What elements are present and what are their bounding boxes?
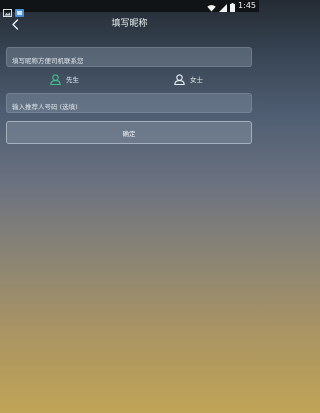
nickname-field-box	[6, 47, 252, 70]
male-user-icon	[50, 70, 61, 89]
gender-female-option[interactable]: 女士	[174, 70, 203, 88]
gender-male-option[interactable]: 先生	[50, 70, 79, 88]
back-button[interactable]	[6, 15, 24, 33]
status-bar: 1:45	[0, 0, 259, 17]
gender-selector: 先生 女士	[0, 70, 259, 88]
gender-female-label: 女士	[190, 76, 203, 84]
chevron-left-icon	[11, 15, 19, 34]
title-bar: 填写昵称	[0, 12, 259, 36]
female-user-icon	[174, 70, 185, 89]
page-title: 填写昵称	[111, 19, 148, 29]
status-time: 1:45	[238, 1, 256, 10]
confirm-button[interactable]: 确定	[6, 121, 252, 144]
status-bar-right: 1:45	[207, 0, 256, 12]
confirm-button-label: 确定	[122, 129, 136, 138]
nickname-input[interactable]	[7, 52, 251, 70]
referral-number-input[interactable]	[7, 98, 251, 116]
gender-male-label: 先生	[66, 76, 79, 84]
referral-field-box	[6, 93, 252, 116]
